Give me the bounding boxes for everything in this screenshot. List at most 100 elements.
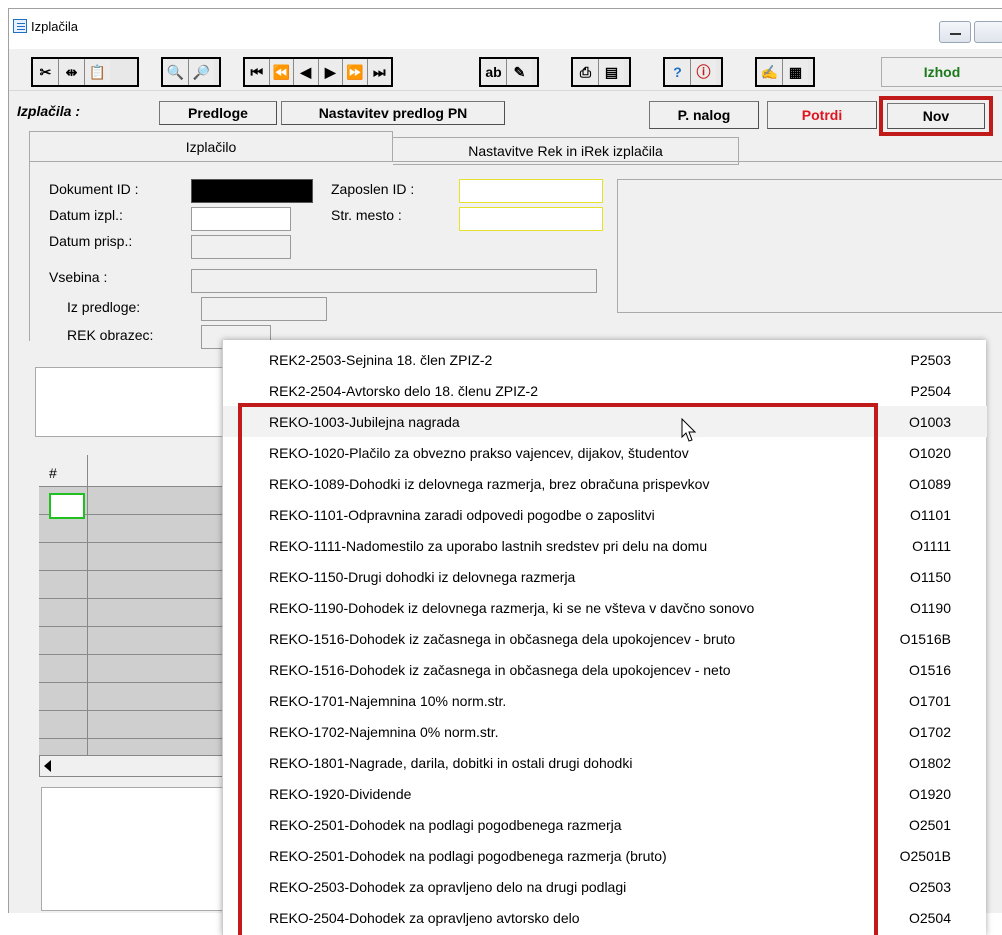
dropdown-item-code: O1111 xyxy=(912,537,951,554)
predloge-button[interactable]: Predloge xyxy=(159,101,277,125)
action-bar: Izplačila : Predloge Nastavitev predlog … xyxy=(9,93,1002,136)
document-icon[interactable]: ▤ xyxy=(599,59,624,85)
dropdown-item-name: REKO-1190-Dohodek iz delovnega razmerja,… xyxy=(269,599,755,616)
edit-tool-group: ✂ ⇹ 📋 xyxy=(31,57,139,87)
dropdown-item[interactable]: REKO-1701-Najemnina 10% norm.str. O1701 xyxy=(223,685,987,716)
print-tool-group: ⎙ ▤ xyxy=(571,57,631,87)
dropdown-item-name: REK2-2504-Avtorsko delo 18. členu ZPIZ-2 xyxy=(269,382,538,399)
window-title: Izplačila xyxy=(31,19,78,34)
zaposlen-id-field[interactable] xyxy=(459,179,603,203)
title-bar: Izplačila xyxy=(9,9,1002,49)
rek-obrazec-dropdown[interactable]: REK2-2503-Sejnina 18. člen ZPIZ-2 P2503 RE… xyxy=(222,340,987,935)
dropdown-item-code: O1190 xyxy=(910,599,951,616)
zaposlen-id-label: Zaposlen ID : xyxy=(331,181,415,197)
preview-panel xyxy=(617,179,1002,313)
prev-record-icon[interactable]: ◀ xyxy=(294,59,319,85)
field-icon[interactable]: ab xyxy=(481,59,507,85)
notes-box xyxy=(35,367,229,437)
dropdown-item[interactable]: REKO-1020-Plačilo za obvezno prakso vaje… xyxy=(223,437,987,468)
dropdown-item-code: O1089 xyxy=(908,475,951,492)
dropdown-item[interactable]: REKO-2501-Dohodek na podlagi pogodbenega… xyxy=(223,809,987,840)
datum-prisp-field[interactable] xyxy=(191,235,291,259)
str-mesto-field[interactable] xyxy=(459,207,603,231)
dropdown-item[interactable]: REKO-2504-Dohodek za opravljeno avtorsko… xyxy=(223,902,987,933)
dropdown-item[interactable]: REKO-1801-Nagrade, darila, dobitki in os… xyxy=(223,747,987,778)
help-icon[interactable]: ? xyxy=(665,59,691,85)
dropdown-item-name: REKO-1516-Dohodek iz začasnega in občasn… xyxy=(269,630,736,647)
report-edit-icon[interactable]: ✍ xyxy=(757,59,783,85)
dropdown-item-name: REKO-1516-Dohodek iz začasnega in občasn… xyxy=(269,661,731,678)
scroll-left-icon[interactable] xyxy=(44,760,51,772)
dropdown-item-name: REKO-2501-Dohodek na podlagi pogodbenega… xyxy=(269,847,667,864)
nastavitev-predlog-button[interactable]: Nastavitev predlog PN xyxy=(281,101,505,125)
next-record-icon[interactable]: ▶ xyxy=(318,59,343,85)
info-icon[interactable]: ⓘ xyxy=(691,59,716,85)
dropdown-item[interactable]: REKO-1101-Odpravnina zaradi odpovedi pog… xyxy=(223,499,987,530)
p-nalog-button[interactable]: P. nalog xyxy=(649,101,759,129)
minimize-button[interactable] xyxy=(939,21,971,43)
dropdown-item[interactable]: REKO-1516-Dohodek iz začasnega in občasn… xyxy=(223,654,987,685)
dropdown-item[interactable]: REKO-1089-Dohodki iz delovnega razmerja,… xyxy=(223,468,987,499)
dropdown-item-name: REKO-1020-Plačilo za obvezno prakso vaje… xyxy=(269,444,689,461)
dropdown-item-code: O1516 xyxy=(908,661,951,678)
dropdown-item[interactable]: REKO-1003-Jubilejna nagrada O1003 xyxy=(223,406,987,437)
grid-selected-cell[interactable] xyxy=(49,493,85,519)
search-next-icon[interactable]: 🔎 xyxy=(189,59,214,85)
dropdown-item-code: O1702 xyxy=(908,723,951,740)
grid-column-divider xyxy=(87,455,88,755)
dropdown-item[interactable]: REKO-1920-Dividende O1920 xyxy=(223,778,987,809)
dokument-id-label: Dokument ID : xyxy=(49,181,139,197)
dropdown-item-name: REKO-2501-Dohodek na podlagi pogodbenega… xyxy=(269,816,622,833)
mouse-cursor-icon xyxy=(681,418,697,442)
iz-predloge-label: Iz predloge: xyxy=(67,299,141,315)
last-record-icon[interactable]: ⏭ xyxy=(367,59,391,85)
next-page-icon[interactable]: ⏩ xyxy=(343,59,368,85)
details-box xyxy=(41,787,229,911)
dropdown-item[interactable]: REKO-1516-Dohodek iz začasnega in občasn… xyxy=(223,623,987,654)
grid-header xyxy=(39,455,229,487)
report-tool-group: ✍ ▦ xyxy=(755,57,815,87)
vsebina-field[interactable] xyxy=(191,269,597,293)
nov-button[interactable]: Nov xyxy=(887,103,985,129)
print-icon[interactable]: ⎙ xyxy=(573,59,599,85)
dropdown-item-name: REKO-2503-Dohodek za opravljeno delo na … xyxy=(269,878,627,895)
dropdown-item[interactable]: REKO-1190-Dohodek iz delovnega razmerja,… xyxy=(223,592,987,623)
section-label: Izplačila : xyxy=(17,103,81,119)
calculator-icon[interactable]: ▦ xyxy=(783,59,808,85)
dropdown-item-code: O1701 xyxy=(908,692,951,709)
dokument-id-field[interactable] xyxy=(191,179,313,203)
dropdown-item[interactable]: REK2-2503-Sejnina 18. člen ZPIZ-2 P2503 xyxy=(223,344,987,375)
dropdown-item[interactable]: REKO-1111-Nadomestilo za uporabo lastnih… xyxy=(223,530,987,561)
paste-icon[interactable]: 📋 xyxy=(85,59,110,85)
rek-obrazec-label: REK obrazec: xyxy=(67,327,154,343)
datum-izpl-label: Datum izpl.: xyxy=(49,207,123,223)
edit-icon[interactable]: ✎ xyxy=(507,59,532,85)
exit-button[interactable]: Izhod xyxy=(881,57,1002,87)
iz-predloge-field[interactable] xyxy=(201,297,327,321)
dropdown-item[interactable]: REKO-2501-Dohodek na podlagi pogodbenega… xyxy=(223,840,987,871)
split-icon[interactable]: ⇹ xyxy=(59,59,85,85)
dropdown-item-name: REKO-1801-Nagrade, darila, dobitki in os… xyxy=(269,754,633,771)
dropdown-item-name: REKO-1111-Nadomestilo za uporabo lastnih… xyxy=(269,537,708,554)
maximize-button[interactable] xyxy=(974,21,1002,43)
data-tool-group: ab ✎ xyxy=(479,57,539,87)
search-icon[interactable]: 🔍 xyxy=(163,59,189,85)
dropdown-item-code: O1802 xyxy=(908,754,951,771)
horizontal-scrollbar[interactable] xyxy=(39,755,229,777)
tab-izplacilo[interactable]: Izplačilo xyxy=(29,131,393,161)
datum-izpl-field[interactable] xyxy=(191,207,291,231)
dropdown-item[interactable]: REKO-1150-Drugi dohodki iz delovnega raz… xyxy=(223,561,987,592)
potrdi-button[interactable]: Potrdi xyxy=(767,101,877,129)
dropdown-item-code: O2504 xyxy=(908,909,951,926)
cut-icon[interactable]: ✂ xyxy=(33,59,59,85)
dropdown-item[interactable]: REKO-2503-Dohodek za opravljeno delo na … xyxy=(223,871,987,902)
dropdown-item[interactable]: REKO-1702-Najemnina 0% norm.str. O1702 xyxy=(223,716,987,747)
dropdown-item[interactable]: REK2-2504-Avtorsko delo 18. členu ZPIZ-2… xyxy=(223,375,987,406)
dropdown-item-code: O1101 xyxy=(910,506,951,523)
dropdown-item-code: O2501 xyxy=(908,816,951,833)
dropdown-item-name: REKO-1150-Drugi dohodki iz delovnega raz… xyxy=(269,568,576,585)
dropdown-item-name: REKO-1003-Jubilejna nagrada xyxy=(269,413,460,430)
prev-page-icon[interactable]: ⏪ xyxy=(269,59,294,85)
first-record-icon[interactable]: ⏮ xyxy=(245,59,270,85)
dropdown-item-code: P2504 xyxy=(910,382,951,399)
